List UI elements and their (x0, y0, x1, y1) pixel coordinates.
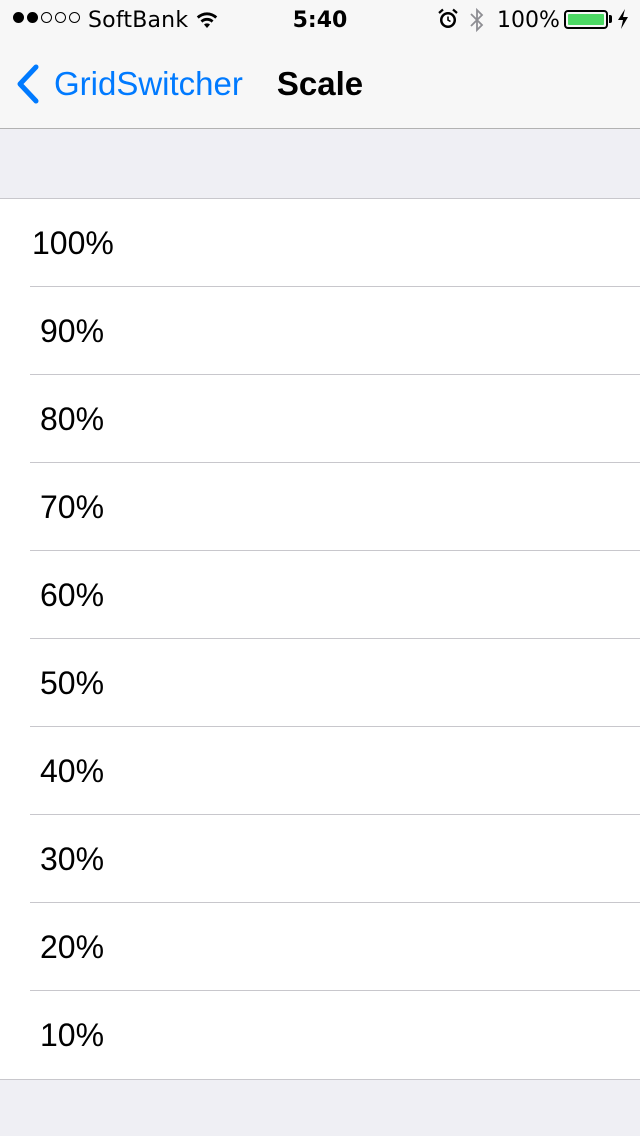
battery-cap (609, 15, 612, 23)
battery-icon (564, 10, 608, 29)
scale-option-row[interactable]: 90% (0, 287, 640, 375)
scale-option-label: 40% (40, 753, 105, 789)
scale-option-label: 70% (40, 489, 105, 525)
bluetooth-icon (470, 7, 484, 33)
battery-level-fill (568, 14, 604, 25)
scale-option-label: 60% (40, 577, 105, 613)
navigation-bar: GridSwitcher Scale (0, 40, 640, 128)
scale-option-row[interactable]: 80% (0, 375, 640, 463)
scale-option-label: 100% (32, 225, 114, 261)
scale-options-list: 100% 90% 80% 70% 60% 50% 40% 30% 20% 10% (0, 198, 640, 1080)
scale-option-row[interactable]: 10% (0, 991, 640, 1079)
alarm-icon (438, 8, 458, 28)
screen: SoftBank 5:40 100% GridSwitcher Scale 10… (0, 0, 640, 1136)
scale-option-label: 10% (40, 1017, 105, 1053)
scale-option-row[interactable]: 70% (0, 463, 640, 551)
scale-option-row[interactable]: 40% (0, 727, 640, 815)
scale-option-row[interactable]: 100% (0, 199, 640, 287)
header: SoftBank 5:40 100% GridSwitcher Scale (0, 0, 640, 129)
page-title: Scale (276, 65, 364, 102)
scale-option-label: 90% (40, 313, 105, 349)
scale-option-row[interactable]: 60% (0, 551, 640, 639)
charging-icon (618, 9, 628, 29)
scale-option-label: 80% (40, 401, 105, 437)
scale-option-row[interactable]: 20% (0, 903, 640, 991)
scale-option-row[interactable]: 30% (0, 815, 640, 903)
scale-option-label: 50% (40, 665, 105, 701)
scale-option-label: 20% (40, 929, 105, 965)
status-bar: SoftBank 5:40 100% (0, 0, 640, 40)
scale-option-label: 30% (40, 841, 105, 877)
scale-option-row[interactable]: 50% (0, 639, 640, 727)
battery-percent: 100% (497, 8, 560, 33)
